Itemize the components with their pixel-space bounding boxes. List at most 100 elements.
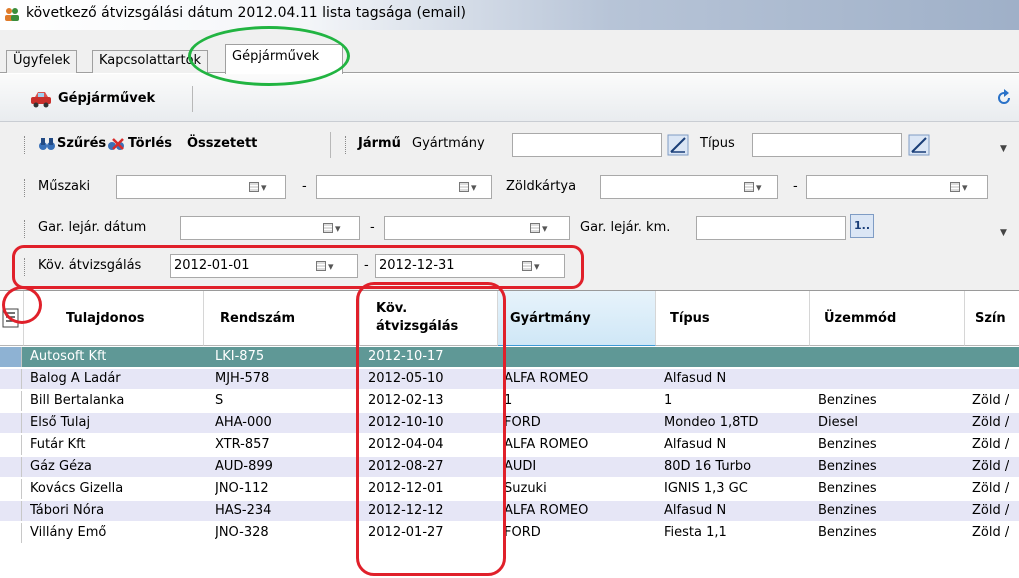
owner-cell: Autosoft Kft [30,349,107,364]
calendar-dropdown-icon[interactable]: ▾ [950,179,972,195]
type-cell: 1 [664,393,673,408]
row-selector[interactable] [0,501,22,521]
owner-cell: Futár Kft [30,437,86,452]
type-cell: 80D 16 Turbo [664,459,752,474]
table-row[interactable]: Tábori Nóra HAS-234 2012-12-12 ALFA ROME… [0,501,1019,521]
red-highlight-column-chooser [2,286,42,324]
refresh-icon[interactable] [994,88,1014,108]
toolbar-grip [24,179,27,197]
plate-cell: MJH-578 [215,371,270,386]
toolbar-separator [330,132,331,158]
type-cell: IGNIS 1,3 GC [664,481,748,496]
range-dash: - [793,179,798,194]
manufacturer-cell: Suzuki [504,481,547,496]
range-dash: - [370,220,375,235]
fuel-cell: Benzines [818,459,877,474]
red-highlight-inspection-filter [12,245,584,289]
column-header-color[interactable]: Szín [965,291,1019,346]
table-row[interactable]: Első Tulaj AHA-000 2012-10-10 FORD Monde… [0,413,1019,433]
column-header-manufacturer[interactable]: Gyártmány [498,291,656,346]
calendar-dropdown-icon[interactable]: ▾ [530,220,552,236]
fuel-cell: Benzines [818,503,877,518]
overflow-chevron-icon[interactable]: ▼ [1000,144,1007,154]
pen-edit-icon[interactable] [667,134,689,156]
warranty-km-label: Gar. lejár. km. [580,220,671,235]
toolbar-separator [192,86,193,112]
column-header-fuel[interactable]: Üzemmód [810,291,965,346]
manufacturer-cell: FORD [504,415,541,430]
manufacturer-cell: FORD [504,525,541,540]
people-icon [5,8,19,21]
column-header-label: Rendszám [220,310,296,326]
table-row[interactable]: Autosoft Kft LKI-875 2012-10-17 [0,347,1019,367]
combined-button[interactable]: Összetett [187,136,257,151]
numeric-range-button[interactable]: 1.. [850,214,874,238]
column-header-label: Szín [975,310,1006,326]
color-cell: Zöld / [972,525,1010,540]
table-row[interactable]: Bill Bertalanka S 2012-02-13 1 1 Benzine… [0,391,1019,411]
type-cell: Alfasud N [664,503,727,518]
manufacturer-cell: ALFA ROMEO [504,503,589,518]
column-header-owner[interactable]: Tulajdonos [24,291,204,346]
manufacturer-input[interactable] [512,133,662,157]
row-selector[interactable] [0,457,22,477]
row-selector[interactable] [0,413,22,433]
fuel-cell: Benzines [818,437,877,452]
pen-edit-icon[interactable] [908,134,930,156]
plate-cell: LKI-875 [215,349,265,364]
plate-cell: JNO-112 [215,481,269,496]
table-row[interactable]: Balog A Ladár MJH-578 2012-05-10 ALFA RO… [0,369,1019,389]
greencard-label: Zöldkártya [506,179,577,194]
title-bar: következő átvizsgálási dátum 2012.04.11 … [0,0,1019,30]
table-row[interactable]: Futár Kft XTR-857 2012-04-04 ALFA ROMEO … [0,435,1019,455]
car-icon [31,92,51,108]
row-selector[interactable] [0,347,22,367]
manufacturer-cell: AUDI [504,459,537,474]
technical-label: Műszaki [38,179,91,194]
column-header-type[interactable]: Típus [656,291,810,346]
manufacturer-label: Gyártmány [412,136,485,151]
overflow-chevron-icon[interactable]: ▼ [1000,228,1007,238]
manufacturer-cell: ALFA ROMEO [504,437,589,452]
column-header-label: Tulajdonos [66,310,145,326]
tab-label: Kapcsolattartók [99,53,202,68]
color-cell: Zöld / [972,393,1010,408]
calendar-dropdown-icon[interactable]: ▾ [249,179,271,195]
filter-button[interactable]: Szűrés [57,136,106,151]
table-row[interactable]: Gáz Géza AUD-899 2012-08-27 AUDI 80D 16 … [0,457,1019,477]
column-header-plate[interactable]: Rendszám [204,291,360,346]
row-selector[interactable] [0,369,22,389]
toolbar-grip [24,220,27,238]
color-cell: Zöld / [972,437,1010,452]
type-input[interactable] [752,133,902,157]
owner-cell: Villány Emő [30,525,107,540]
row-selector[interactable] [0,523,22,543]
calendar-dropdown-icon[interactable]: ▾ [459,179,481,195]
red-highlight-inspection-column [356,282,506,576]
tab-label: Ügyfelek [13,53,71,68]
row-selector[interactable] [0,479,22,499]
table-row[interactable]: Villány Emő JNO-328 2012-01-27 FORD Fies… [0,523,1019,543]
warranty-km-input[interactable] [696,216,846,240]
owner-cell: Balog A Ladár [30,371,121,386]
calendar-dropdown-icon[interactable]: ▾ [323,220,345,236]
table-row[interactable]: Kovács Gizella JNO-112 2012-12-01 Suzuki… [0,479,1019,499]
clear-button[interactable]: Törlés [128,136,172,151]
plate-cell: S [215,393,224,408]
plate-cell: HAS-234 [215,503,272,518]
manufacturer-cell: ALFA ROMEO [504,371,589,386]
owner-cell: Gáz Géza [30,459,92,474]
toolbar-title: Gépjárművek [58,91,156,106]
row-selector[interactable] [0,435,22,455]
plate-cell: XTR-857 [215,437,270,452]
calendar-dropdown-icon[interactable]: ▾ [744,179,766,195]
plate-cell: AUD-899 [215,459,273,474]
row-selector[interactable] [0,391,22,411]
tab-ugyfelek[interactable]: Ügyfelek [6,50,78,73]
type-cell: Alfasud N [664,437,727,452]
vehicle-grid: Tulajdonos Rendszám Köv. átvizsgálás Gyár… [0,290,1019,578]
fuel-cell: Diesel [818,415,859,430]
type-cell: Fiesta 1,1 [664,525,727,540]
owner-cell: Kovács Gizella [30,481,124,496]
color-cell: Zöld / [972,459,1010,474]
